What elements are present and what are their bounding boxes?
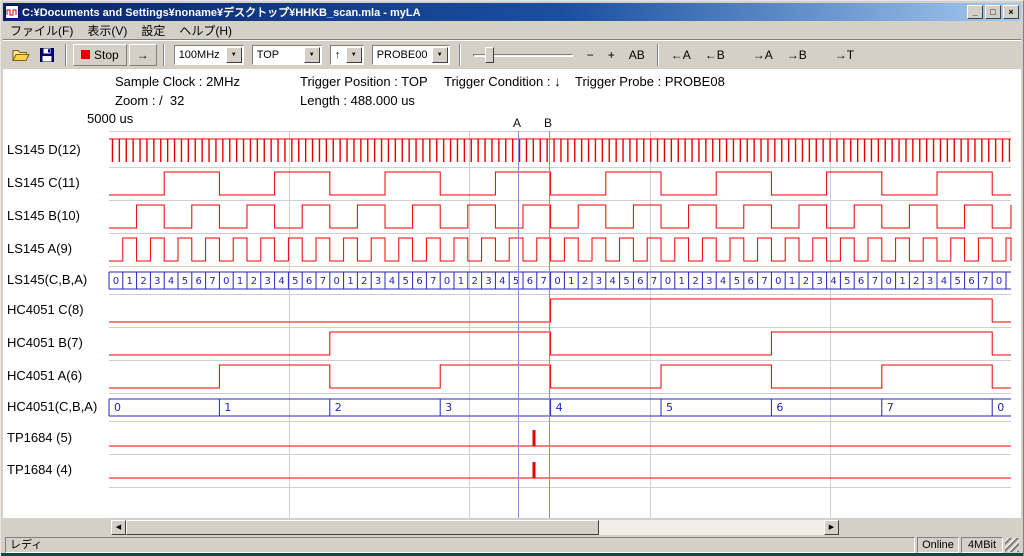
svg-text:3: 3	[706, 276, 712, 287]
svg-text:7: 7	[887, 401, 894, 414]
svg-text:6: 6	[306, 276, 312, 287]
svg-text:1: 1	[458, 276, 464, 287]
svg-text:0: 0	[114, 401, 121, 414]
svg-text:1: 1	[347, 276, 353, 287]
svg-text:5: 5	[734, 276, 740, 287]
svg-text:6: 6	[196, 276, 202, 287]
status-bar: レディ Online 4MBit	[3, 536, 1021, 554]
svg-text:5: 5	[623, 276, 629, 287]
scrollbar-thumb[interactable]	[126, 520, 599, 535]
svg-text:3: 3	[445, 401, 452, 414]
svg-text:3: 3	[265, 276, 271, 287]
svg-text:3: 3	[485, 276, 491, 287]
svg-text:4: 4	[278, 276, 284, 287]
cursor-a-label[interactable]: A	[510, 116, 524, 130]
svg-text:7: 7	[872, 276, 878, 287]
svg-text:4: 4	[556, 401, 563, 414]
svg-text:2: 2	[692, 276, 698, 287]
svg-text:5: 5	[955, 276, 961, 287]
svg-text:1: 1	[224, 401, 231, 414]
svg-text:1: 1	[679, 276, 685, 287]
svg-text:1: 1	[899, 276, 905, 287]
svg-text:0: 0	[334, 276, 340, 287]
svg-text:0: 0	[997, 401, 1004, 414]
svg-text:5: 5	[844, 276, 850, 287]
svg-text:0: 0	[444, 276, 450, 287]
svg-text:0: 0	[996, 276, 1002, 287]
waveform-plot[interactable]: 0123456701234567012345670123456701234567…	[1, 1, 1024, 556]
scroll-left-button[interactable]: ◀	[111, 520, 126, 535]
svg-text:7: 7	[430, 276, 436, 287]
svg-text:7: 7	[982, 276, 988, 287]
svg-text:1: 1	[789, 276, 795, 287]
svg-text:6: 6	[968, 276, 974, 287]
svg-text:7: 7	[209, 276, 215, 287]
svg-text:2: 2	[803, 276, 809, 287]
svg-text:7: 7	[541, 276, 547, 287]
svg-text:4: 4	[720, 276, 726, 287]
svg-text:4: 4	[941, 276, 947, 287]
resize-grip[interactable]	[1005, 538, 1019, 552]
svg-text:4: 4	[610, 276, 616, 287]
svg-text:0: 0	[223, 276, 229, 287]
svg-text:2: 2	[582, 276, 588, 287]
svg-text:7: 7	[761, 276, 767, 287]
svg-text:6: 6	[858, 276, 864, 287]
horizontal-scrollbar[interactable]: ◀ ▶	[111, 520, 839, 535]
svg-text:3: 3	[927, 276, 933, 287]
svg-text:2: 2	[361, 276, 367, 287]
svg-text:0: 0	[113, 276, 119, 287]
svg-text:5: 5	[182, 276, 188, 287]
svg-text:1: 1	[127, 276, 133, 287]
svg-text:5: 5	[292, 276, 298, 287]
app-window: C:¥Documents and Settings¥noname¥デスクトップ¥…	[0, 0, 1024, 556]
svg-text:2: 2	[472, 276, 478, 287]
svg-text:5: 5	[403, 276, 409, 287]
svg-text:2: 2	[913, 276, 919, 287]
svg-text:0: 0	[665, 276, 671, 287]
svg-text:3: 3	[596, 276, 602, 287]
svg-text:4: 4	[168, 276, 174, 287]
svg-text:5: 5	[666, 401, 673, 414]
svg-text:3: 3	[154, 276, 160, 287]
svg-text:4: 4	[389, 276, 395, 287]
status-online: Online	[917, 537, 959, 553]
svg-text:6: 6	[527, 276, 533, 287]
svg-text:6: 6	[637, 276, 643, 287]
scroll-right-button[interactable]: ▶	[824, 520, 839, 535]
svg-text:6: 6	[776, 401, 783, 414]
status-ready: レディ	[5, 537, 915, 553]
svg-text:4: 4	[499, 276, 505, 287]
svg-text:2: 2	[335, 401, 342, 414]
status-memory: 4MBit	[961, 537, 1003, 553]
svg-text:4: 4	[830, 276, 836, 287]
svg-text:0: 0	[554, 276, 560, 287]
svg-text:0: 0	[886, 276, 892, 287]
svg-text:2: 2	[251, 276, 257, 287]
svg-text:3: 3	[817, 276, 823, 287]
svg-text:2: 2	[140, 276, 146, 287]
svg-text:1: 1	[568, 276, 574, 287]
svg-text:3: 3	[375, 276, 381, 287]
svg-text:1: 1	[237, 276, 243, 287]
svg-text:6: 6	[416, 276, 422, 287]
svg-text:7: 7	[651, 276, 657, 287]
svg-text:6: 6	[748, 276, 754, 287]
cursor-b-label[interactable]: B	[541, 116, 555, 130]
svg-text:7: 7	[320, 276, 326, 287]
svg-text:0: 0	[775, 276, 781, 287]
